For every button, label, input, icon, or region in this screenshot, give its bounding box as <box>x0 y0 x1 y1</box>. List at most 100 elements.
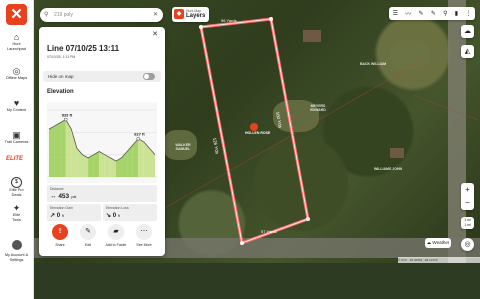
distance-label: Distance <box>50 187 64 191</box>
weather-button[interactable]: ☁ Weather <box>425 238 451 248</box>
elevation-area-segment <box>49 125 55 177</box>
zoom-out-button[interactable]: − <box>461 196 474 209</box>
terrain-button[interactable]: ◭ <box>461 45 474 58</box>
boundary-line <box>412 94 479 121</box>
elevation-area-segment <box>88 154 94 177</box>
elevation-area-segment <box>82 154 89 177</box>
sidebar-item-my-content[interactable]: ♥ My Content <box>0 98 33 113</box>
locate-icon: ◎ <box>464 241 471 248</box>
elevation-marker <box>136 136 141 141</box>
avatar <box>11 240 22 250</box>
hide-on-map-toggle[interactable] <box>143 73 155 80</box>
arrow-up-icon: ↗ <box>50 213 56 219</box>
edit-label: Edit <box>84 243 92 247</box>
weather-label: Weather <box>432 240 450 245</box>
share-button[interactable]: ⇪ Share <box>48 224 72 247</box>
sidebar-item-label: Tools <box>12 217 21 222</box>
layers-icon: ◆ <box>174 9 184 19</box>
elevation-area-segment <box>60 119 66 177</box>
see-more-button[interactable]: ⋯ See More <box>132 224 156 247</box>
clear-search-icon[interactable]: ✕ <box>153 11 158 18</box>
sidebar-item-offline-maps[interactable]: ◎ Offline Maps <box>0 66 33 81</box>
sidebar-item-label: Deals <box>11 192 22 197</box>
see-more-label: See More <box>136 243 152 247</box>
cloud-icon: ☁ <box>464 28 471 35</box>
search-icon: ⚲ <box>44 12 49 18</box>
elevation-marker-label: 827 ft <box>134 132 145 137</box>
parcel-pin[interactable] <box>250 123 258 131</box>
scale-label: 1 mi <box>464 222 471 227</box>
distance-unit: yds <box>70 195 77 199</box>
offline-map-icon: ◎ <box>12 66 21 76</box>
menu-icon[interactable]: ☰ <box>393 10 398 17</box>
loss-label: Elevation Loss <box>106 206 129 210</box>
sidebar-item-label: My Account & <box>4 253 29 257</box>
parcel-owner-label: HOLLEN ROSE <box>245 131 271 135</box>
elevation-marker <box>63 117 68 122</box>
vertex[interactable] <box>306 217 310 221</box>
search-input[interactable]: 219 poly <box>54 12 73 18</box>
map-toolbar: ☰ 〰 ✎ ✎ ⚲ ▮ ⋮ <box>389 7 475 20</box>
locate-button[interactable]: ◎ <box>461 238 474 251</box>
left-nav-rail: ✕ ⌂ Hunt Launchpad ◎ Offline Maps ♥ My C… <box>0 0 34 299</box>
line-detail-panel: ✕ Line 07/10/25 13:11 07/10/25, 1:11 PM … <box>39 27 165 256</box>
waypoint-icon[interactable]: ⚲ <box>443 10 447 17</box>
close-icon[interactable]: ✕ <box>152 30 158 38</box>
boundary-line <box>122 59 424 233</box>
elite-heading: ELITE <box>6 156 24 162</box>
elevation-area-segment <box>76 148 83 177</box>
sidebar-item-elite-pro-deals[interactable]: $ Elite Pro Deals <box>0 170 33 197</box>
draw-line-icon[interactable]: ✎ <box>419 10 424 17</box>
add-to-folder-label: Add to Folder <box>105 243 127 247</box>
elevation-marker-label: 833 ft <box>62 113 73 118</box>
segment-label: 160 Yds <box>275 111 283 129</box>
sidebar-item-trail-cameras[interactable]: ▣ Trail Cameras <box>0 130 33 145</box>
sidebar-item-label: Trail Cameras <box>4 140 29 144</box>
zoom-control: + − <box>461 183 474 210</box>
sidebar-item-label: Offline Maps <box>5 76 28 80</box>
elevation-area-segment <box>149 148 155 177</box>
share-icon: ⇪ <box>52 224 68 240</box>
phone-icon[interactable]: ▮ <box>455 10 458 17</box>
route-icon[interactable]: 〰 <box>405 9 411 18</box>
hide-on-map-row[interactable]: Hide on map <box>43 71 161 82</box>
sidebar-item-account[interactable]: My Account & Settings <box>0 240 33 262</box>
vertex[interactable] <box>269 17 273 21</box>
distance-icon: ↔ <box>50 193 57 200</box>
zoom-in-button[interactable]: + <box>461 183 474 196</box>
elevation-area-segment <box>54 122 61 177</box>
sidebar-item-label: My Content <box>6 108 27 112</box>
elevation-chart[interactable]: 833 ft 827 ft <box>47 102 157 183</box>
folder-icon: ▰ <box>108 224 124 240</box>
heart-icon: ♥ <box>13 98 20 108</box>
draw-shape-icon[interactable]: ✎ <box>431 10 436 17</box>
loss-number: 0 <box>112 213 117 219</box>
layers-button[interactable]: ◆ Hunt Map Layers <box>172 7 209 22</box>
vertex[interactable] <box>240 241 244 245</box>
hide-on-map-label: Hide on map <box>48 74 74 79</box>
loss-unit: ft <box>117 214 120 218</box>
pencil-icon: ✎ <box>80 224 96 240</box>
gain-number: 0 <box>56 213 61 219</box>
cloud-button[interactable]: ☁ <box>461 25 474 38</box>
app-logo[interactable]: ✕ <box>6 4 27 25</box>
sidebar-item-elite-tools[interactable]: ✦ Elite Tools <box>0 203 33 222</box>
scale-button[interactable]: 1 mi 1 mi <box>461 217 474 229</box>
distance-stat: Distance ↔ 453 yds <box>47 185 157 202</box>
arrow-down-icon: ↘ <box>106 213 112 219</box>
elevation-area-segment <box>104 154 111 177</box>
vertex[interactable] <box>199 25 203 29</box>
more-icon: ⋯ <box>136 224 152 240</box>
elevation-area-segment <box>127 145 133 177</box>
segment-label: 57 Yards <box>261 229 277 234</box>
edit-button[interactable]: ✎ Edit <box>76 224 100 247</box>
add-to-folder-button[interactable]: ▰ Add to Folder <box>104 224 128 247</box>
sidebar-item-label: Settings <box>9 257 24 262</box>
panel-subtitle: 07/10/25, 1:11 PM <box>47 55 76 59</box>
more-icon[interactable]: ⋮ <box>465 10 471 17</box>
panel-title: Line 07/10/25 13:11 <box>47 44 120 53</box>
camera-icon: ▣ <box>12 130 21 140</box>
sidebar-item-hunt-launchpad[interactable]: ⌂ Hunt Launchpad <box>0 32 33 51</box>
search-bar[interactable]: ⚲ 219 poly ✕ <box>40 8 163 22</box>
elevation-area-segment <box>93 151 100 177</box>
